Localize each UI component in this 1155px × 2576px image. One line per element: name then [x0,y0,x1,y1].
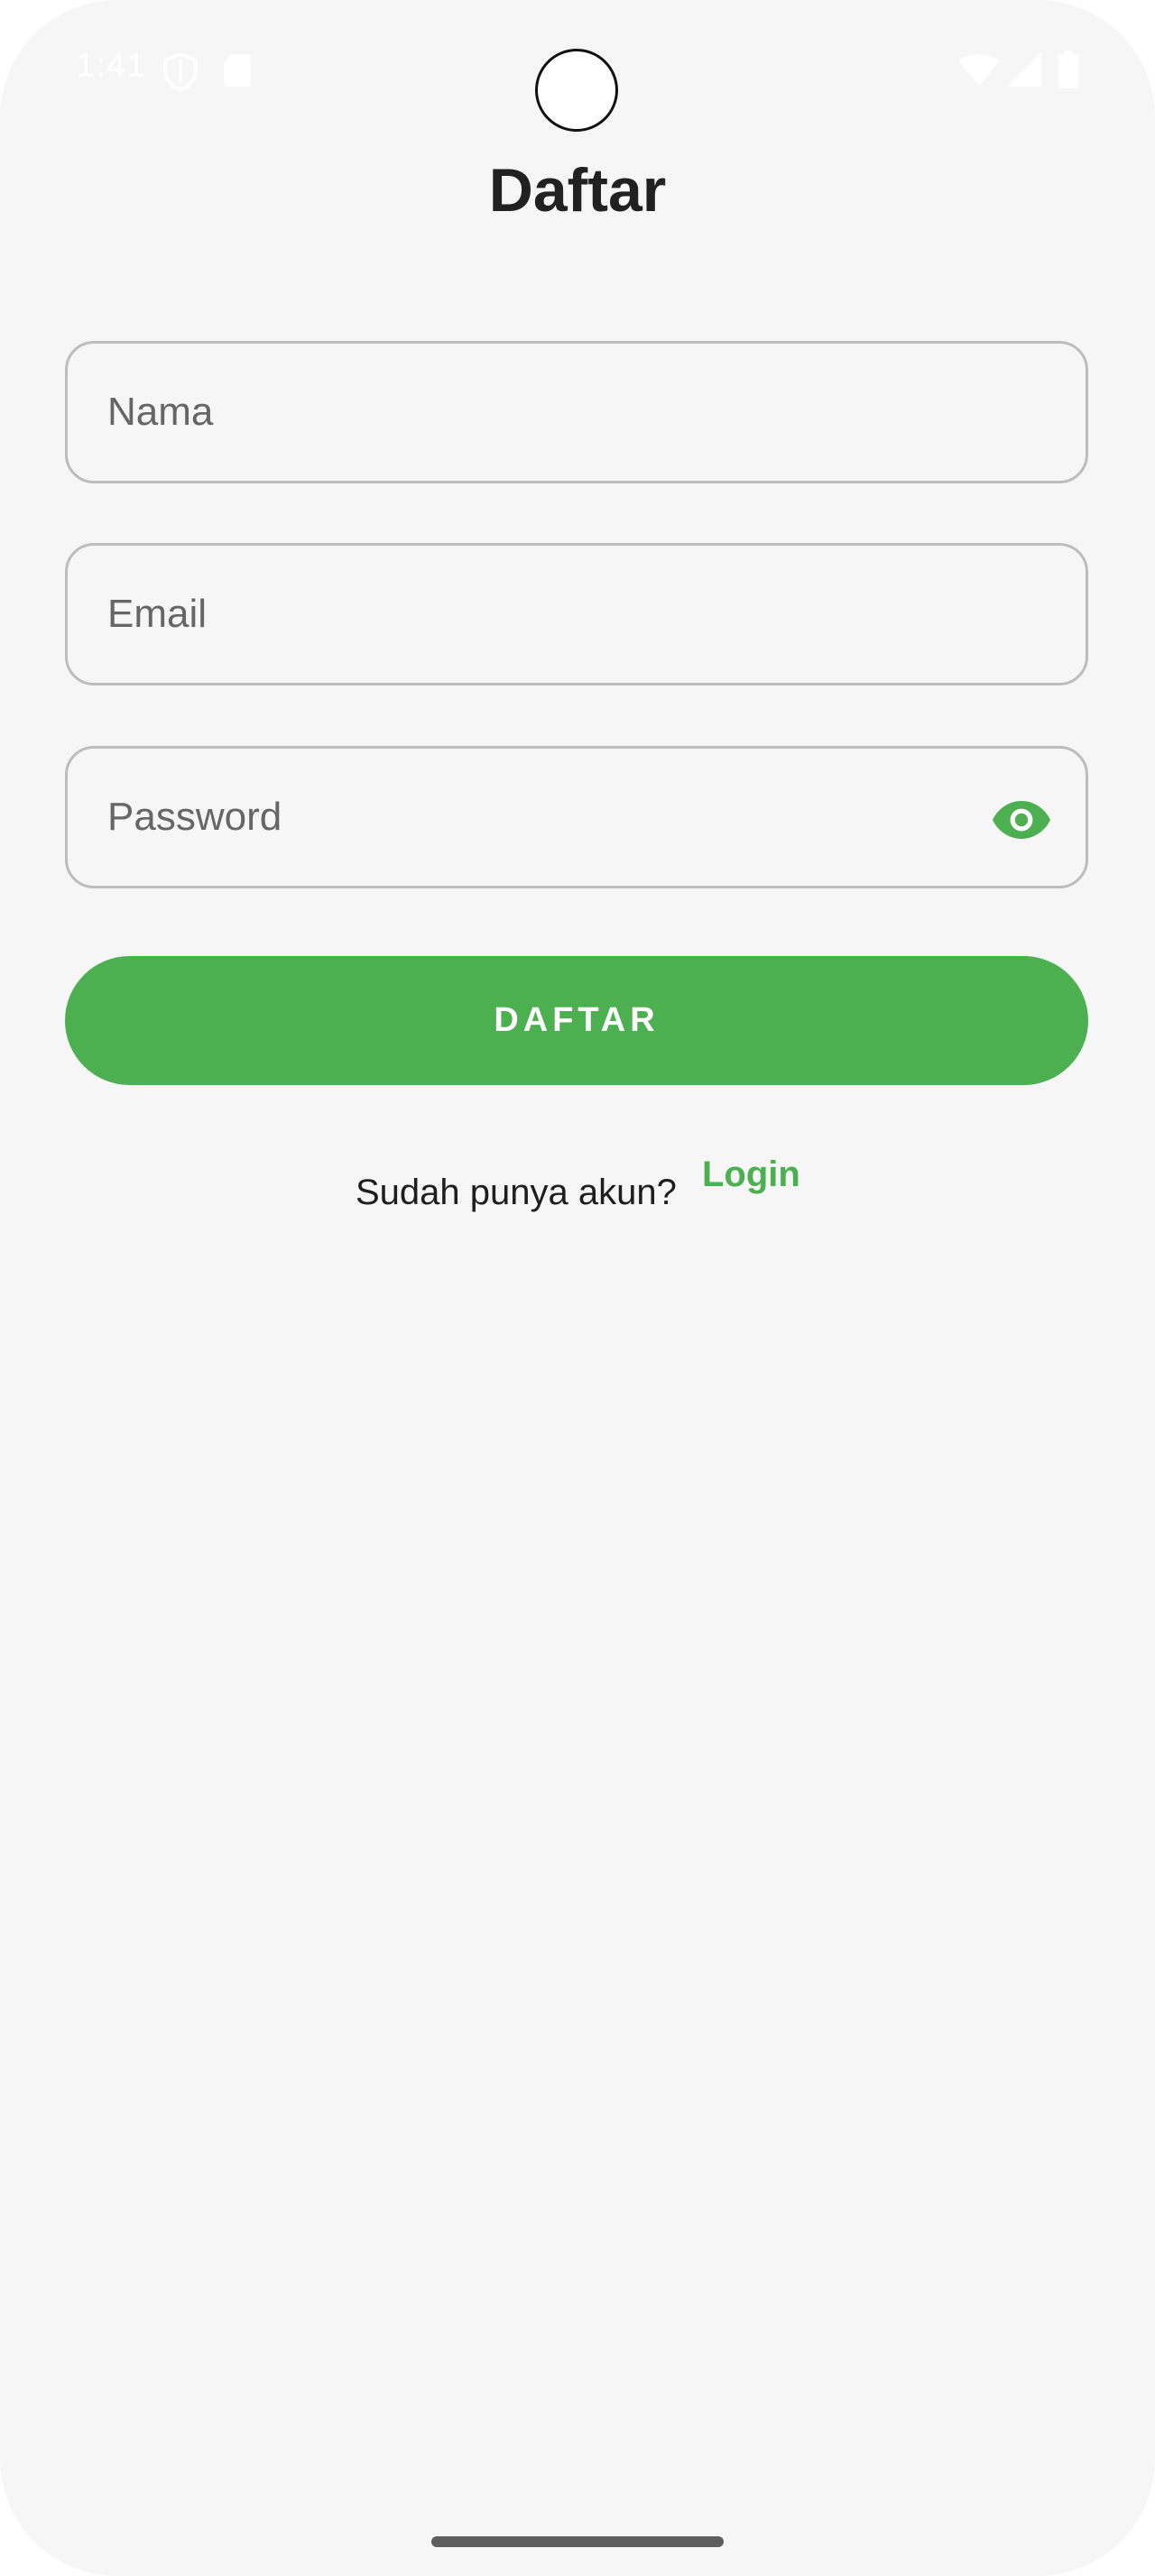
email-field[interactable] [65,543,1088,685]
login-question-text: Sudah punya akun? [356,1173,677,1212]
password-field[interactable] [65,746,1088,888]
email-input[interactable] [107,546,974,683]
app-screen: 1:41 Daftar Nama Email DAFTAR Sudah puny… [0,0,1155,2576]
register-button[interactable]: DAFTAR [65,956,1088,1085]
password-visibility-toggle[interactable] [990,788,1053,851]
wifi-icon [958,54,1000,87]
password-input[interactable] [107,749,974,886]
cell-signal-icon [1007,52,1041,87]
login-prompt: Sudah punya akun? Login [0,1155,1155,1227]
camera-cutout [535,49,618,132]
page-title: Daftar [488,156,667,225]
login-link[interactable]: Login [702,1155,800,1195]
shield-icon [163,52,198,92]
name-field[interactable] [65,341,1088,483]
sd-card-icon [224,54,251,87]
eye-icon [993,801,1050,839]
name-input[interactable] [107,344,974,481]
status-time: 1:41 [76,47,146,85]
battery-icon [1058,51,1079,88]
home-indicator[interactable] [431,2536,724,2547]
status-bar: 1:41 [0,0,1155,144]
